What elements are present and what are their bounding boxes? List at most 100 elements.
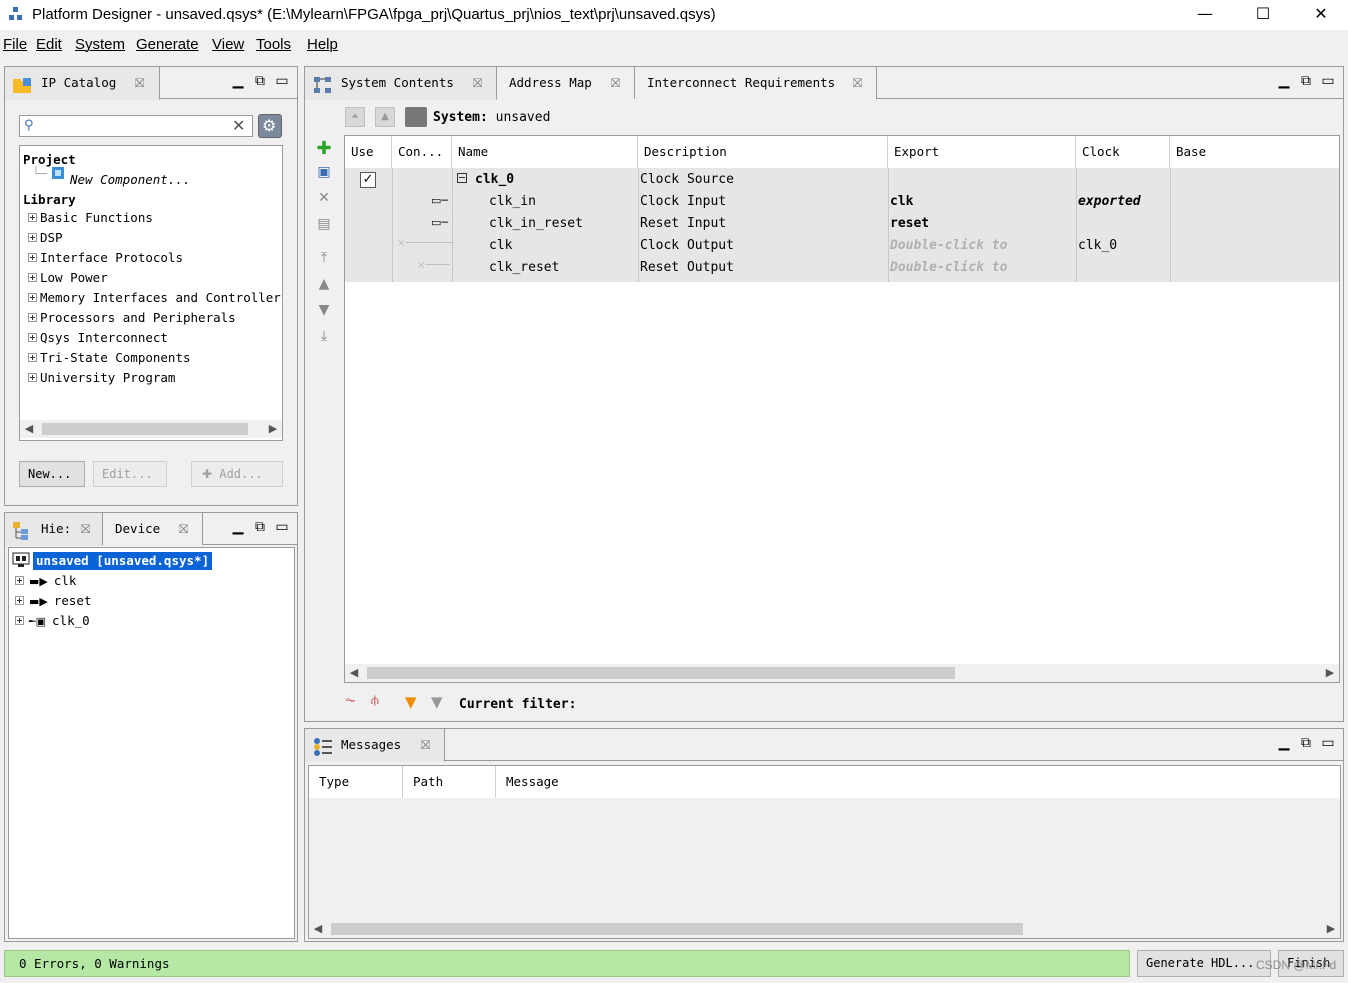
column-header[interactable]: Path [403,766,496,798]
connection-input-icon[interactable]: ▭─ [431,194,448,207]
library-item[interactable]: Memory Interfaces and Controller [28,290,281,305]
menu-system[interactable]: System [75,36,125,53]
expand-icon[interactable] [15,596,24,605]
close-tab-icon[interactable]: ⛝ [421,729,430,761]
edit-button[interactable]: Edit... [93,461,167,487]
library-node[interactable]: Library [23,192,76,207]
tab-hierarchy[interactable]: Hie: ⛝ [5,513,103,546]
minimize-panel-icon[interactable]: ▁ [1273,735,1295,751]
move-up-icon[interactable]: ▲ [314,276,334,294]
scroll-thumb[interactable] [42,423,248,435]
library-item[interactable]: Interface Protocols [28,250,183,265]
library-item[interactable]: Basic Functions [28,210,153,225]
row-export[interactable]: Double-click to [890,238,1074,253]
system-table-hscroll[interactable]: ◀ ▶ [345,664,1339,682]
hierarchy-item[interactable]: ╾▣ clk_0 [15,613,90,628]
row-name[interactable]: clk_in_reset [489,216,583,231]
detach-panel-icon[interactable]: ⧉ [1295,73,1317,89]
row-name[interactable]: clk [489,238,512,253]
project-node[interactable]: Project [23,152,76,167]
minimize-button[interactable]: — [1182,0,1228,30]
row-name[interactable]: clk_reset [489,260,559,275]
minimize-panel-icon[interactable]: ▁ [1273,73,1295,89]
hierarchy-item[interactable]: ▬▶ reset [15,593,92,608]
settings-gear-icon[interactable]: ⚙ [258,114,282,138]
use-checkbox[interactable]: ✓ [360,172,376,188]
row-export[interactable]: clk [890,194,913,209]
row-export[interactable]: reset [890,216,929,231]
row-export[interactable]: Double-click to [890,260,1074,275]
close-tab-icon[interactable]: ⛝ [853,67,862,99]
row-clock[interactable]: exported [1078,194,1141,209]
expand-icon[interactable] [28,373,37,382]
expand-icon[interactable] [15,616,24,625]
filter-icon[interactable]: ▼ [405,693,417,711]
scroll-left-icon[interactable]: ◀ [309,920,327,938]
move-to-top-icon[interactable]: ⤒ [314,250,334,268]
menu-tools[interactable]: Tools [256,36,291,53]
remove-icon[interactable]: ✕ [314,190,334,208]
clear-search-icon[interactable]: ✕ [232,116,245,135]
expand-icon[interactable] [15,576,24,585]
menu-file[interactable]: File [3,36,27,53]
column-header[interactable]: Base [1170,136,1339,168]
expand-icon[interactable] [28,273,37,282]
column-header[interactable]: Con... [392,136,452,168]
tab-messages[interactable]: Messages ⛝ [305,729,445,762]
new-button[interactable]: New... [19,461,85,487]
expand-icon[interactable] [28,333,37,342]
add-button[interactable]: ✚ Add... [191,461,283,487]
expand-icon[interactable] [28,233,37,242]
close-tab-icon[interactable]: ⛝ [179,513,188,545]
expand-icon[interactable] [28,213,37,222]
table-row[interactable]: clk_0 [457,172,514,187]
connection-output-icon[interactable]: ×──────── [397,238,454,249]
connection-input-icon[interactable]: ▭─ [431,216,448,229]
close-tab-icon[interactable]: ⛝ [81,513,90,545]
clock-filter-icon[interactable]: ⏦ [345,693,356,708]
detach-panel-icon[interactable]: ⧉ [249,519,271,535]
tab-interconnect-requirements[interactable]: Interconnect Requirements ⛝ [635,67,877,99]
maximize-panel-icon[interactable]: ▭ [1317,73,1339,89]
library-item[interactable]: Tri-State Components [28,350,191,365]
column-header[interactable]: Clock [1076,136,1170,168]
maximize-panel-icon[interactable]: ▭ [271,519,293,535]
ip-tree-hscroll[interactable]: ◀ ▶ [20,420,282,438]
maximize-panel-icon[interactable]: ▭ [1317,735,1339,751]
collapse-icon[interactable] [457,173,467,183]
scroll-left-icon[interactable]: ◀ [20,420,38,438]
scroll-thumb[interactable] [331,923,1023,935]
column-header[interactable]: Type [309,766,403,798]
ip-search-input[interactable]: ⚲ ✕ [19,115,253,137]
library-item[interactable]: DSP [28,230,63,245]
close-tab-icon[interactable]: ⛝ [611,67,620,99]
menu-generate[interactable]: Generate [136,36,199,53]
add-component-icon[interactable]: ✚ [314,138,334,159]
move-top-level-icon[interactable]: ⏶ [345,107,365,127]
move-to-bottom-icon[interactable]: ⤓ [314,328,334,346]
messages-hscroll[interactable]: ◀ ▶ [309,920,1340,938]
move-down-icon[interactable]: ▼ [314,302,334,320]
connection-output-icon[interactable]: ×──── [417,260,449,271]
column-header[interactable]: Export [888,136,1076,168]
tab-address-map[interactable]: Address Map ⛝ [497,67,635,99]
detach-panel-icon[interactable]: ⧉ [1295,735,1317,751]
scroll-right-icon[interactable]: ▶ [1322,920,1340,938]
scroll-right-icon[interactable]: ▶ [1321,664,1339,682]
close-tab-icon[interactable]: ⛝ [135,67,144,99]
add-instance-icon[interactable]: ▣ [314,164,334,182]
hierarchy-item[interactable]: ▬▶ clk [15,573,76,588]
menu-help[interactable]: Help [307,36,338,53]
reset-filter-icon[interactable]: ⫛ [371,693,379,708]
library-item[interactable]: Qsys Interconnect [28,330,168,345]
library-item[interactable]: University Program [28,370,175,385]
menu-view[interactable]: View [212,36,244,53]
expand-icon[interactable] [28,313,37,322]
maximize-panel-icon[interactable]: ▭ [271,73,293,89]
tab-ip-catalog[interactable]: IP Catalog ⛝ [5,67,160,100]
column-header[interactable]: Message [496,766,1340,798]
minimize-panel-icon[interactable]: ▁ [227,73,249,89]
new-component-item[interactable]: New Component... [70,172,190,187]
column-header[interactable]: Use [345,136,392,168]
minimize-panel-icon[interactable]: ▁ [227,519,249,535]
